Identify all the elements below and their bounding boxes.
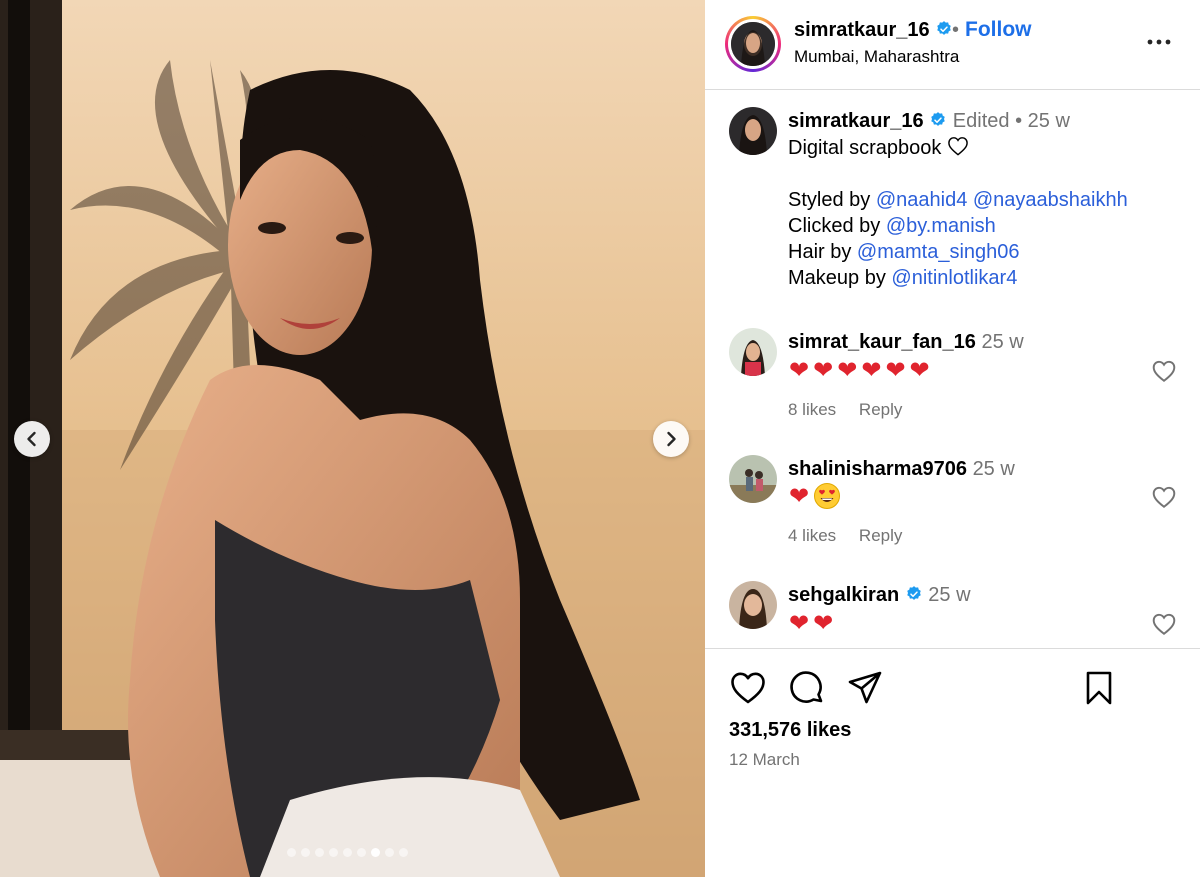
credit-clicked: Clicked by @by.manish	[788, 215, 996, 238]
heart-outline-icon	[948, 137, 968, 156]
comment-actions: 4 likes Reply	[788, 526, 920, 546]
caption-line-1: Digital scrapbook	[788, 137, 942, 159]
mention-by-manish[interactable]: @by.manish	[886, 215, 996, 237]
heart-emoji: ❤	[813, 356, 834, 384]
post-photo	[0, 0, 705, 877]
comment-time: 25 w	[972, 458, 1015, 480]
heart-emoji: ❤	[789, 609, 810, 637]
credit-hair: Hair by @mamta_singh06	[788, 241, 1020, 264]
mention-mamta-singh06[interactable]: @mamta_singh06	[857, 241, 1020, 263]
comment-likes[interactable]: 8 likes	[788, 400, 836, 419]
carousel-dot	[357, 848, 366, 857]
credit-styled-label: Styled by	[788, 189, 871, 211]
mention-nayaabshaikhh[interactable]: @nayaabshaikhh	[973, 189, 1128, 211]
credit-makeup-label: Makeup by	[788, 267, 886, 289]
share-icon[interactable]	[846, 669, 884, 707]
header-separator: •	[952, 19, 960, 41]
comments-section[interactable]: simratkaur_16 Edited • 25 w Digital scra…	[705, 90, 1200, 648]
heart-emoji: ❤	[789, 482, 810, 510]
heart-outline-icon[interactable]	[1151, 484, 1177, 510]
heart-emoji: ❤	[909, 356, 930, 384]
heart-outline-icon[interactable]	[1151, 611, 1177, 637]
comment-header: shalinisharma9706 25 w	[788, 458, 1015, 481]
header-username[interactable]: simratkaur_16	[794, 19, 930, 41]
reply-button[interactable]: Reply	[859, 400, 902, 419]
post-header: simratkaur_16 • Follow Mumbai, Maharasht…	[705, 0, 1200, 90]
comment-username[interactable]: sehgalkiran	[788, 584, 899, 606]
carousel-indicator	[287, 848, 408, 857]
comment-avatar[interactable]	[729, 328, 777, 376]
comment-time: 25 w	[928, 584, 971, 606]
carousel-dot	[371, 848, 380, 857]
verified-badge-icon	[937, 21, 951, 35]
like-heart-icon[interactable]	[729, 669, 767, 707]
comment-time: 25 w	[981, 331, 1024, 353]
caption-separator: •	[1015, 110, 1023, 132]
mention-nitinlotlikar4[interactable]: @nitinlotlikar4	[891, 267, 1017, 289]
carousel-dot	[315, 848, 324, 857]
caption-time[interactable]: 25 w	[1028, 110, 1070, 132]
caption-avatar[interactable]	[729, 107, 777, 155]
comment-actions: 8 likes Reply	[788, 400, 920, 420]
comment-username[interactable]: shalinisharma9706	[788, 458, 967, 480]
heart-emoji: ❤	[789, 356, 810, 384]
chevron-right-icon	[667, 431, 676, 447]
credit-hair-label: Hair by	[788, 241, 852, 263]
carousel-dot	[343, 848, 352, 857]
post-date[interactable]: 12 March	[729, 750, 800, 770]
post-location[interactable]: Mumbai, Maharashtra	[794, 47, 959, 67]
header-username-row: simratkaur_16	[794, 19, 953, 42]
carousel-dot	[287, 848, 296, 857]
verified-badge-icon	[906, 586, 921, 600]
comment-likes[interactable]: 4 likes	[788, 526, 836, 545]
heart-emoji: ❤	[861, 356, 882, 384]
carousel-dot	[329, 848, 338, 857]
comment-avatar[interactable]	[729, 581, 777, 629]
caption-username[interactable]: simratkaur_16	[788, 110, 924, 132]
comment-text: ❤ ❤ ❤ ❤ ❤ ❤	[789, 356, 930, 384]
comment-avatar[interactable]	[729, 455, 777, 503]
edited-label: Edited	[952, 110, 1010, 132]
carousel-dot	[385, 848, 394, 857]
carousel-next-button[interactable]	[653, 421, 689, 457]
follow-button[interactable]: Follow	[965, 18, 1032, 42]
comment-header: sehgalkiran 25 w	[788, 584, 971, 607]
caption-text: Digital scrapbook	[788, 136, 969, 160]
avatar	[731, 22, 775, 66]
post-media[interactable]	[0, 0, 705, 877]
post-details-panel: simratkaur_16 • Follow Mumbai, Maharasht…	[705, 0, 1200, 877]
bookmark-icon[interactable]	[1080, 669, 1118, 707]
story-ring[interactable]	[725, 16, 781, 72]
comment-header: simrat_kaur_fan_16 25 w	[788, 331, 1024, 354]
carousel-dot	[399, 848, 408, 857]
more-options-icon[interactable]	[1145, 30, 1173, 54]
reply-button[interactable]: Reply	[859, 526, 902, 545]
caption-header: simratkaur_16 Edited • 25 w	[788, 110, 1070, 133]
heart-emoji: ❤	[837, 356, 858, 384]
credit-makeup: Makeup by @nitinlotlikar4	[788, 267, 1017, 290]
likes-count[interactable]: 331,576 likes	[729, 719, 851, 742]
chevron-left-icon	[27, 431, 36, 447]
comment-icon[interactable]	[788, 669, 826, 707]
heart-emoji: ❤	[813, 609, 834, 637]
mention-naahid4[interactable]: @naahid4	[876, 189, 967, 211]
comment-text: ❤	[789, 482, 841, 510]
comment-text: ❤ ❤	[789, 609, 833, 637]
comment-username[interactable]: simrat_kaur_fan_16	[788, 331, 976, 353]
carousel-prev-button[interactable]	[14, 421, 50, 457]
heart-outline-icon[interactable]	[1151, 358, 1177, 384]
credit-styled: Styled by @naahid4 @nayaabshaikhh	[788, 189, 1128, 212]
credit-clicked-label: Clicked by	[788, 215, 881, 237]
verified-badge-icon	[931, 112, 945, 126]
carousel-dot	[301, 848, 310, 857]
heart-emoji: ❤	[885, 356, 906, 384]
heart-eyes-emoji	[814, 483, 841, 509]
